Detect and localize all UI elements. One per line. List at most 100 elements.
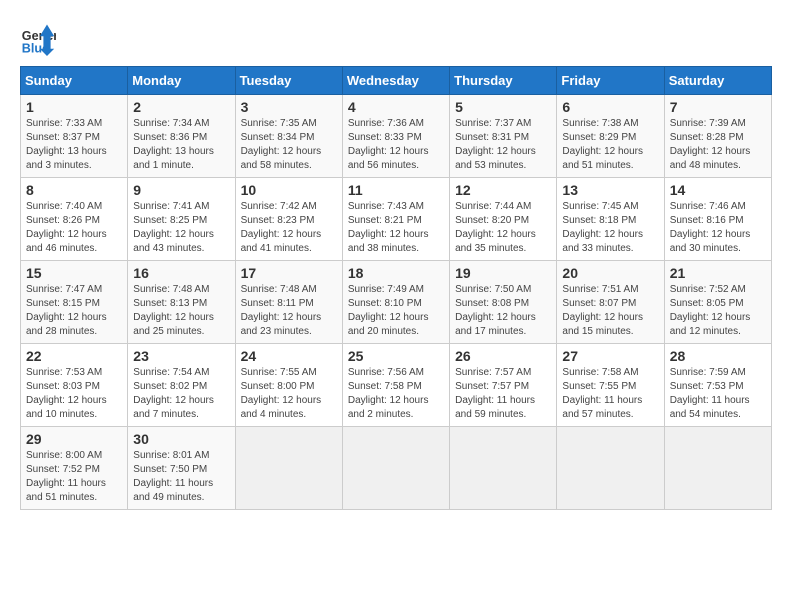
calendar-cell: 26 Sunrise: 7:57 AMSunset: 7:57 PMDayligh… xyxy=(450,344,557,427)
day-info: Sunrise: 7:51 AMSunset: 8:07 PMDaylight:… xyxy=(562,283,658,339)
calendar-cell: 12Sunrise: 7:44 AMSunset: 8:20 PMDayligh… xyxy=(450,178,557,261)
calendar-cell xyxy=(664,427,771,510)
calendar-cell: 18 Sunrise: 7:49 AMSunset: 8:10 PMDayligh… xyxy=(342,261,449,344)
day-info: Sunrise: 7:56 AMSunset: 7:58 PMDaylight:… xyxy=(348,366,444,422)
logo: General Blue xyxy=(20,20,56,56)
calendar-cell: 20Sunrise: 7:51 AMSunset: 8:07 PMDayligh… xyxy=(557,261,664,344)
day-info: Sunrise: 7:43 AMSunset: 8:21 PMDaylight:… xyxy=(348,200,444,256)
calendar-cell: 13 Sunrise: 7:45 AMSunset: 8:18 PMDayligh… xyxy=(557,178,664,261)
calendar-cell: 17 Sunrise: 7:48 AMSunset: 8:11 PMDayligh… xyxy=(235,261,342,344)
calendar-week-5: 29 Sunrise: 8:00 AMSunset: 7:52 PMDayligh… xyxy=(21,427,772,510)
day-info: Sunrise: 7:37 AMSunset: 8:31 PMDaylight:… xyxy=(455,117,551,173)
day-number: 15 xyxy=(26,265,122,281)
weekday-header-tuesday: Tuesday xyxy=(235,67,342,95)
day-info: Sunrise: 7:49 AMSunset: 8:10 PMDaylight:… xyxy=(348,283,444,339)
day-info: Sunrise: 7:46 AMSunset: 8:16 PMDaylight:… xyxy=(670,200,766,256)
day-number: 26 xyxy=(455,348,551,364)
calendar-week-1: 1 Sunrise: 7:33 AMSunset: 8:37 PMDaylight… xyxy=(21,95,772,178)
day-number: 18 xyxy=(348,265,444,281)
day-info: Sunrise: 7:47 AMSunset: 8:15 PMDaylight:… xyxy=(26,283,122,339)
weekday-header-sunday: Sunday xyxy=(21,67,128,95)
day-info: Sunrise: 7:33 AMSunset: 8:37 PMDaylight:… xyxy=(26,117,122,173)
day-info: Sunrise: 7:42 AMSunset: 8:23 PMDaylight:… xyxy=(241,200,337,256)
calendar-cell xyxy=(557,427,664,510)
logo-icon: General Blue xyxy=(20,20,56,56)
day-number: 3 xyxy=(241,99,337,115)
calendar-cell: 1 Sunrise: 7:33 AMSunset: 8:37 PMDaylight… xyxy=(21,95,128,178)
calendar-cell: 9Sunrise: 7:41 AMSunset: 8:25 PMDaylight… xyxy=(128,178,235,261)
day-info: Sunrise: 7:34 AMSunset: 8:36 PMDaylight:… xyxy=(133,117,229,173)
day-number: 23 xyxy=(133,348,229,364)
day-info: Sunrise: 7:54 AMSunset: 8:02 PMDaylight:… xyxy=(133,366,229,422)
day-info: Sunrise: 7:55 AMSunset: 8:00 PMDaylight:… xyxy=(241,366,337,422)
day-number: 1 xyxy=(26,99,122,115)
day-info: Sunrise: 8:01 AMSunset: 7:50 PMDaylight:… xyxy=(133,449,229,505)
day-number: 30 xyxy=(133,431,229,447)
weekday-header-row: SundayMondayTuesdayWednesdayThursdayFrid… xyxy=(21,67,772,95)
day-number: 14 xyxy=(670,182,766,198)
weekday-header-wednesday: Wednesday xyxy=(342,67,449,95)
day-number: 8 xyxy=(26,182,122,198)
day-number: 27 xyxy=(562,348,658,364)
day-info: Sunrise: 7:45 AMSunset: 8:18 PMDaylight:… xyxy=(562,200,658,256)
calendar-cell: 3 Sunrise: 7:35 AMSunset: 8:34 PMDaylight… xyxy=(235,95,342,178)
calendar-cell: 16 Sunrise: 7:48 AMSunset: 8:13 PMDayligh… xyxy=(128,261,235,344)
calendar-cell: 2 Sunrise: 7:34 AMSunset: 8:36 PMDaylight… xyxy=(128,95,235,178)
day-number: 10 xyxy=(241,182,337,198)
calendar-cell: 11 Sunrise: 7:43 AMSunset: 8:21 PMDayligh… xyxy=(342,178,449,261)
day-info: Sunrise: 7:48 AMSunset: 8:13 PMDaylight:… xyxy=(133,283,229,339)
weekday-header-thursday: Thursday xyxy=(450,67,557,95)
day-number: 9 xyxy=(133,182,229,198)
day-number: 25 xyxy=(348,348,444,364)
calendar-cell: 7Sunrise: 7:39 AMSunset: 8:28 PMDaylight… xyxy=(664,95,771,178)
day-number: 5 xyxy=(455,99,551,115)
day-number: 16 xyxy=(133,265,229,281)
calendar-cell: 15 Sunrise: 7:47 AMSunset: 8:15 PMDayligh… xyxy=(21,261,128,344)
calendar-cell: 23 Sunrise: 7:54 AMSunset: 8:02 PMDayligh… xyxy=(128,344,235,427)
day-number: 19 xyxy=(455,265,551,281)
calendar-cell xyxy=(235,427,342,510)
day-info: Sunrise: 7:48 AMSunset: 8:11 PMDaylight:… xyxy=(241,283,337,339)
day-number: 17 xyxy=(241,265,337,281)
day-info: Sunrise: 7:40 AMSunset: 8:26 PMDaylight:… xyxy=(26,200,122,256)
day-info: Sunrise: 7:36 AMSunset: 8:33 PMDaylight:… xyxy=(348,117,444,173)
calendar-cell: 22 Sunrise: 7:53 AMSunset: 8:03 PMDayligh… xyxy=(21,344,128,427)
calendar-cell: 27 Sunrise: 7:58 AMSunset: 7:55 PMDayligh… xyxy=(557,344,664,427)
day-info: Sunrise: 7:38 AMSunset: 8:29 PMDaylight:… xyxy=(562,117,658,173)
calendar-cell: 8 Sunrise: 7:40 AMSunset: 8:26 PMDaylight… xyxy=(21,178,128,261)
calendar-cell: 19 Sunrise: 7:50 AMSunset: 8:08 PMDayligh… xyxy=(450,261,557,344)
calendar-cell xyxy=(450,427,557,510)
weekday-header-friday: Friday xyxy=(557,67,664,95)
calendar-cell: 30 Sunrise: 8:01 AMSunset: 7:50 PMDayligh… xyxy=(128,427,235,510)
day-number: 29 xyxy=(26,431,122,447)
calendar-cell: 25 Sunrise: 7:56 AMSunset: 7:58 PMDayligh… xyxy=(342,344,449,427)
day-info: Sunrise: 7:53 AMSunset: 8:03 PMDaylight:… xyxy=(26,366,122,422)
day-number: 28 xyxy=(670,348,766,364)
day-number: 22 xyxy=(26,348,122,364)
calendar-cell: 14 Sunrise: 7:46 AMSunset: 8:16 PMDayligh… xyxy=(664,178,771,261)
day-info: Sunrise: 7:59 AMSunset: 7:53 PMDaylight:… xyxy=(670,366,766,422)
day-info: Sunrise: 7:50 AMSunset: 8:08 PMDaylight:… xyxy=(455,283,551,339)
day-number: 4 xyxy=(348,99,444,115)
calendar-cell: 28 Sunrise: 7:59 AMSunset: 7:53 PMDayligh… xyxy=(664,344,771,427)
calendar-cell: 6Sunrise: 7:38 AMSunset: 8:29 PMDaylight… xyxy=(557,95,664,178)
weekday-header-monday: Monday xyxy=(128,67,235,95)
calendar-cell: 29 Sunrise: 8:00 AMSunset: 7:52 PMDayligh… xyxy=(21,427,128,510)
day-info: Sunrise: 7:58 AMSunset: 7:55 PMDaylight:… xyxy=(562,366,658,422)
day-number: 13 xyxy=(562,182,658,198)
day-info: Sunrise: 8:00 AMSunset: 7:52 PMDaylight:… xyxy=(26,449,122,505)
day-number: 24 xyxy=(241,348,337,364)
calendar-table: SundayMondayTuesdayWednesdayThursdayFrid… xyxy=(20,66,772,510)
day-number: 7 xyxy=(670,99,766,115)
calendar-week-4: 22 Sunrise: 7:53 AMSunset: 8:03 PMDayligh… xyxy=(21,344,772,427)
day-number: 21 xyxy=(670,265,766,281)
weekday-header-saturday: Saturday xyxy=(664,67,771,95)
day-number: 11 xyxy=(348,182,444,198)
day-info: Sunrise: 7:57 AMSunset: 7:57 PMDaylight:… xyxy=(455,366,551,422)
calendar-cell: 4 Sunrise: 7:36 AMSunset: 8:33 PMDaylight… xyxy=(342,95,449,178)
day-info: Sunrise: 7:44 AMSunset: 8:20 PMDaylight:… xyxy=(455,200,551,256)
calendar-cell xyxy=(342,427,449,510)
calendar-cell: 5 Sunrise: 7:37 AMSunset: 8:31 PMDaylight… xyxy=(450,95,557,178)
day-number: 2 xyxy=(133,99,229,115)
day-info: Sunrise: 7:35 AMSunset: 8:34 PMDaylight:… xyxy=(241,117,337,173)
